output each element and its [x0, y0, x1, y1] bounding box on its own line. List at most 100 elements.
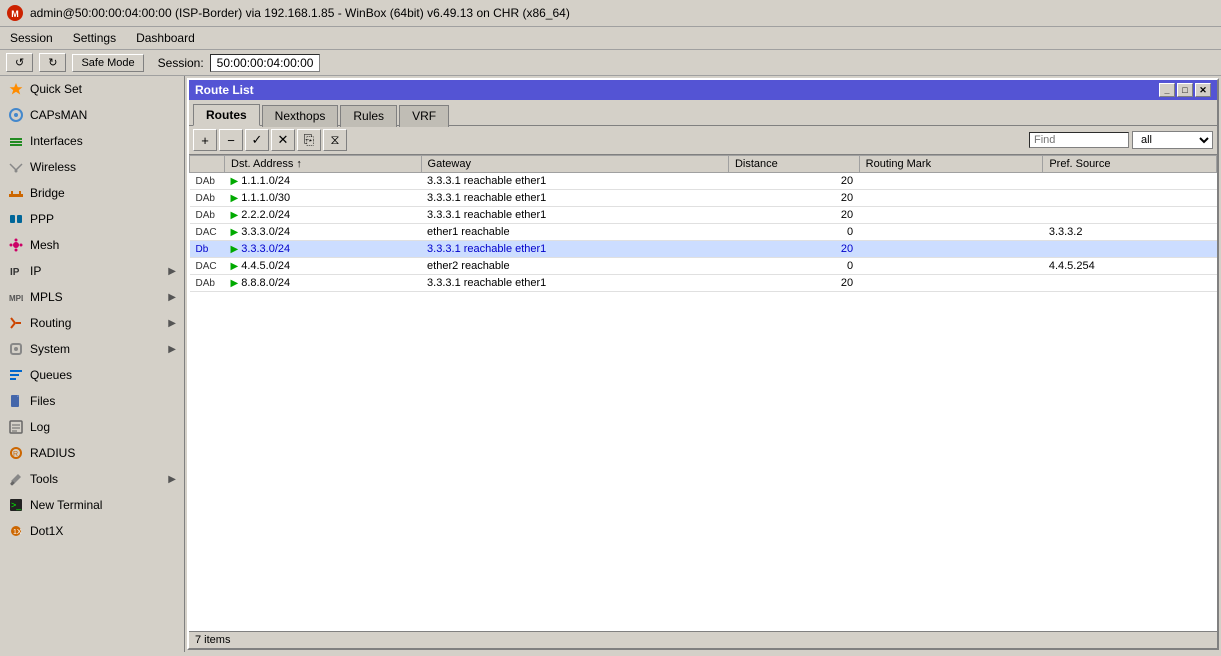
sidebar-label-bridge: Bridge	[30, 186, 65, 200]
col-pref-source[interactable]: Pref. Source	[1043, 156, 1217, 173]
sidebar-item-mpls[interactable]: MPLMPLS▶	[0, 284, 184, 310]
sidebar-item-files[interactable]: Files	[0, 388, 184, 414]
route-table: Dst. Address ↑ Gateway Distance Routing …	[189, 155, 1217, 292]
row-routing-mark	[859, 173, 1043, 190]
row-gateway: ether2 reachable	[421, 258, 728, 275]
svg-text:>_: >_	[11, 500, 22, 510]
dst-arrow-icon: ▶	[231, 210, 239, 221]
tab-vrf[interactable]: VRF	[399, 105, 449, 127]
sidebar-label-tools: Tools	[30, 472, 58, 486]
row-distance: 20	[728, 241, 859, 258]
find-section: all static connected dynamic	[1029, 131, 1213, 149]
sidebar-item-log[interactable]: Log	[0, 414, 184, 440]
row-pref-source	[1043, 207, 1217, 224]
sidebar-item-radius[interactable]: RRADIUS	[0, 440, 184, 466]
sidebar-item-interfaces[interactable]: Interfaces	[0, 128, 184, 154]
close-button[interactable]: ✕	[1195, 83, 1211, 97]
find-dropdown[interactable]: all static connected dynamic	[1132, 131, 1213, 149]
sidebar-item-terminal[interactable]: >_New Terminal	[0, 492, 184, 518]
dst-arrow-icon: ▶	[231, 193, 239, 204]
table-row[interactable]: Db▶3.3.3.0/243.3.3.1 reachable ether120	[190, 241, 1217, 258]
enable-route-button[interactable]: ✓	[245, 129, 269, 151]
mesh-icon	[8, 237, 24, 253]
row-distance: 20	[728, 190, 859, 207]
col-distance[interactable]: Distance	[728, 156, 859, 173]
sidebar-item-capsman[interactable]: CAPsMAN	[0, 102, 184, 128]
row-routing-mark	[859, 207, 1043, 224]
col-flags[interactable]	[190, 156, 225, 173]
table-row[interactable]: DAb▶1.1.1.0/243.3.3.1 reachable ether120	[190, 173, 1217, 190]
minimize-button[interactable]: _	[1159, 83, 1175, 97]
maximize-button[interactable]: □	[1177, 83, 1193, 97]
tab-nexthops[interactable]: Nexthops	[262, 105, 339, 127]
add-route-button[interactable]: +	[193, 129, 217, 151]
table-row[interactable]: DAb▶1.1.1.0/303.3.3.1 reachable ether120	[190, 190, 1217, 207]
remove-route-button[interactable]: −	[219, 129, 243, 151]
sidebar-item-system[interactable]: System▶	[0, 336, 184, 362]
row-flags: DAC	[190, 258, 225, 275]
row-dst: ▶1.1.1.0/30	[225, 190, 422, 207]
row-pref-source	[1043, 190, 1217, 207]
undo-button[interactable]: ↺	[6, 53, 33, 72]
sidebar-label-queues: Queues	[30, 368, 72, 382]
route-list-titlebar: Route List _ □ ✕	[189, 80, 1217, 100]
table-row[interactable]: DAC▶4.4.5.0/24ether2 reachable04.4.5.254	[190, 258, 1217, 275]
sidebar-label-routing: Routing	[30, 316, 71, 330]
filter-button[interactable]: ⧖	[323, 129, 347, 151]
sidebar-label-ip: IP	[30, 264, 41, 278]
sidebar-item-quick-set[interactable]: Quick Set	[0, 76, 184, 102]
tab-rules[interactable]: Rules	[340, 105, 397, 127]
files-icon	[8, 393, 24, 409]
route-table-container: Dst. Address ↑ Gateway Distance Routing …	[189, 155, 1217, 631]
sidebar-item-bridge[interactable]: Bridge	[0, 180, 184, 206]
col-gateway[interactable]: Gateway	[421, 156, 728, 173]
wireless-icon	[8, 159, 24, 175]
menu-dashboard[interactable]: Dashboard	[132, 29, 199, 47]
col-routing-mark[interactable]: Routing Mark	[859, 156, 1043, 173]
row-flags: DAb	[190, 207, 225, 224]
menu-settings[interactable]: Settings	[69, 29, 120, 47]
title-bar: M admin@50:00:00:04:00:00 (ISP-Border) v…	[0, 0, 1221, 27]
svg-text:R: R	[13, 451, 18, 458]
table-row[interactable]: DAb▶2.2.2.0/243.3.3.1 reachable ether120	[190, 207, 1217, 224]
redo-button[interactable]: ↻	[39, 53, 66, 72]
disable-route-button[interactable]: ✕	[271, 129, 295, 151]
row-dst: ▶8.8.8.0/24	[225, 275, 422, 292]
terminal-icon: >_	[8, 497, 24, 513]
menu-session[interactable]: Session	[6, 29, 57, 47]
sidebar-label-log: Log	[30, 420, 50, 434]
route-table-body: DAb▶1.1.1.0/243.3.3.1 reachable ether120…	[190, 173, 1217, 292]
svg-text:M: M	[11, 9, 19, 19]
row-dst: ▶2.2.2.0/24	[225, 207, 422, 224]
row-gateway: 3.3.3.1 reachable ether1	[421, 190, 728, 207]
row-dst: ▶1.1.1.0/24	[225, 173, 422, 190]
row-distance: 20	[728, 207, 859, 224]
title-text: admin@50:00:00:04:00:00 (ISP-Border) via…	[30, 6, 570, 20]
radius-icon: R	[8, 445, 24, 461]
sidebar-item-wireless[interactable]: Wireless	[0, 154, 184, 180]
sidebar-item-queues[interactable]: Queues	[0, 362, 184, 388]
mpls-icon: MPL	[8, 289, 24, 305]
sidebar-item-routing[interactable]: Routing▶	[0, 310, 184, 336]
tools-icon	[8, 471, 24, 487]
sidebar-label-dot1x: Dot1X	[30, 524, 63, 538]
copy-route-button[interactable]: ⎘	[297, 129, 321, 151]
row-routing-mark	[859, 275, 1043, 292]
submenu-arrow-icon: ▶	[168, 344, 176, 355]
tab-routes[interactable]: Routes	[193, 104, 260, 126]
table-row[interactable]: DAb▶8.8.8.0/243.3.3.1 reachable ether120	[190, 275, 1217, 292]
row-dst: ▶3.3.3.0/24	[225, 224, 422, 241]
submenu-arrow-icon: ▶	[168, 266, 176, 277]
sidebar-item-mesh[interactable]: Mesh	[0, 232, 184, 258]
sidebar-item-ip[interactable]: IPIP▶	[0, 258, 184, 284]
find-input[interactable]	[1029, 132, 1129, 148]
row-routing-mark	[859, 241, 1043, 258]
sidebar-label-mpls: MPLS	[30, 290, 63, 304]
sidebar-item-ppp[interactable]: PPP	[0, 206, 184, 232]
sidebar-item-tools[interactable]: Tools▶	[0, 466, 184, 492]
table-row[interactable]: DAC▶3.3.3.0/24ether1 reachable03.3.3.2	[190, 224, 1217, 241]
row-distance: 0	[728, 224, 859, 241]
sidebar-item-dot1x[interactable]: 1XDot1X	[0, 518, 184, 544]
safe-mode-button[interactable]: Safe Mode	[72, 54, 143, 72]
col-dst-address[interactable]: Dst. Address ↑	[225, 156, 422, 173]
